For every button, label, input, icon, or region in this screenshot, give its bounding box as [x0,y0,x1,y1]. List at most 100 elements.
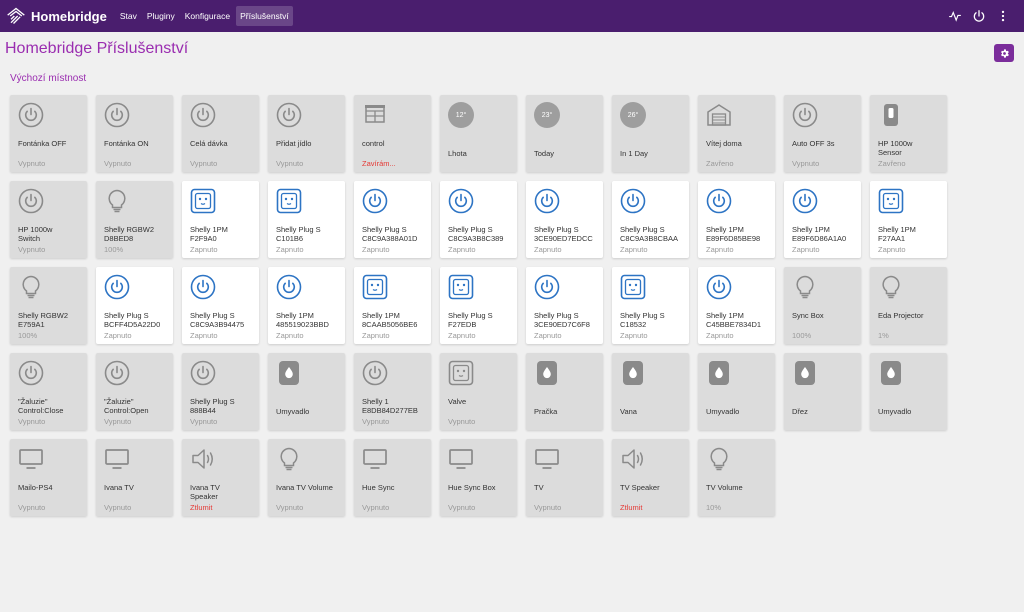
accessory-tile[interactable]: Přidat jídlo Vypnuto [268,95,345,172]
accessory-tile[interactable]: Umyvadlo [268,353,345,430]
speaker-icon [620,446,646,472]
power-icon [620,188,646,214]
accessory-tile[interactable]: Vítej doma Zavřeno [698,95,775,172]
accessory-tile[interactable]: "Žaluzie" Control:Close Vypnuto [10,353,87,430]
accessory-name: Shelly Plug S F27EDB [448,311,493,329]
accessory-tile[interactable]: Shelly 1PM C45BBE7834D1 Zapnuto [698,267,775,344]
brand[interactable]: Homebridge [6,6,107,26]
accessory-tile[interactable]: Ivana TV Speaker Ztlumit [182,439,259,516]
accessory-tile[interactable]: Shelly RGBW2 E759A1 100% [10,267,87,344]
accessory-tile[interactable]: Eda Projector 1% [870,267,947,344]
accessory-tile[interactable]: Shelly Plug S C8C9A3B8CBAA Zapnuto [612,181,689,258]
accessory-grid: Fontánka OFF Vypnuto Fontánka ON Vypnuto Cel… [10,95,950,516]
accessory-tile[interactable]: Umyvadlo [698,353,775,430]
accessory-tile[interactable]: 26° In 1 Day [612,95,689,172]
status-pulse-icon[interactable] [948,9,962,23]
accessory-tile[interactable]: Ivana TV Vypnuto [96,439,173,516]
accessory-status: Vypnuto [276,159,304,168]
accessory-tile[interactable]: HP 1000w Switch Vypnuto [10,181,87,258]
accessory-tile[interactable]: Shelly Plug S 3CE90ED7C6F8 Zapnuto [526,267,603,344]
outlet-icon [190,188,216,214]
accessory-status: Zapnuto [448,245,476,254]
temperature-icon: 23° [534,102,560,128]
accessory-status: Zapnuto [362,245,390,254]
power-icon [104,360,130,386]
accessory-tile[interactable]: Shelly Plug S 888B44 Vypnuto [182,353,259,430]
accessory-status: Vypnuto [448,503,476,512]
tv-icon [104,446,130,472]
power-icon [18,188,44,214]
accessory-tile[interactable]: Fontánka OFF Vypnuto [10,95,87,172]
accessory-name: Shelly 1PM 485519023BBD [276,311,329,329]
accessory-status: Zapnuto [190,245,218,254]
accessory-tile[interactable]: Mailo-PS4 Vypnuto [10,439,87,516]
accessory-tile[interactable]: Shelly Plug S 3CE90ED7EDCC Zapnuto [526,181,603,258]
accessory-tile[interactable]: HP 1000w Sensor Zavřeno [870,95,947,172]
accessory-name: Shelly 1PM 8CAAB5056BE6 [362,311,418,329]
accessory-tile[interactable]: control Zavírám... [354,95,431,172]
settings-button[interactable] [994,44,1014,62]
accessory-tile[interactable]: Shelly Plug S C8C9A388A01D Zapnuto [354,181,431,258]
accessory-tile[interactable]: Shelly 1PM 8CAAB5056BE6 Zapnuto [354,267,431,344]
accessory-tile[interactable]: Dřez [784,353,861,430]
accessory-tile[interactable]: Shelly Plug S C8C9A3B94475 Zapnuto [182,267,259,344]
accessory-name: Ivana TV [104,483,134,492]
accessory-tile[interactable]: Sync Box 100% [784,267,861,344]
power-icon [706,274,732,300]
accessory-tile[interactable]: Valve Vypnuto [440,353,517,430]
bulb-icon [104,188,130,214]
nav-link-stav[interactable]: Stav [116,6,141,26]
accessory-tile[interactable]: TV Vypnuto [526,439,603,516]
power-icon [276,102,302,128]
drop-icon [620,360,646,386]
accessory-tile[interactable]: 23° Today [526,95,603,172]
accessory-status: Zapnuto [792,245,820,254]
accessory-tile[interactable]: "Žaluzie" Control:Open Vypnuto [96,353,173,430]
accessory-tile[interactable]: Shelly Plug S BCFF4D5A22D0 Zapnuto [96,267,173,344]
gear-icon [1000,48,1009,58]
temperature-value: 26° [620,102,646,128]
nav-link-konfigurace[interactable]: Konfigurace [181,6,234,26]
nav-link-prislusenstvi[interactable]: Příslušenství [236,6,293,26]
accessory-tile[interactable]: Shelly 1 E8DB84D277EB Vypnuto [354,353,431,430]
accessory-tile[interactable]: Shelly 1PM E89F6D85BE98 Zapnuto [698,181,775,258]
accessory-tile[interactable]: Shelly Plug S C18532 Zapnuto [612,267,689,344]
accessory-tile[interactable]: Auto OFF 3s Vypnuto [784,95,861,172]
accessory-tile[interactable]: 12° Lhota [440,95,517,172]
accessory-tile[interactable]: Ivana TV Volume Vypnuto [268,439,345,516]
accessory-tile[interactable]: Shelly RGBW2 D8BED8 100% [96,181,173,258]
accessory-tile[interactable]: Hue Sync Vypnuto [354,439,431,516]
accessory-name: "Žaluzie" Control:Open [104,397,149,415]
accessory-name: Fontánka OFF [18,139,67,148]
accessory-tile[interactable]: Vana [612,353,689,430]
accessory-tile[interactable]: Umyvadlo [870,353,947,430]
accessory-name: Shelly Plug S C18532 [620,311,665,329]
accessory-tile[interactable]: Celá dávka Vypnuto [182,95,259,172]
tv-icon [448,446,474,472]
bulb-icon [706,446,732,472]
power-icon[interactable] [972,9,986,23]
accessory-name: control [362,139,385,148]
accessory-tile[interactable]: Shelly Plug S F27EDB Zapnuto [440,267,517,344]
more-vertical-icon[interactable] [996,9,1010,23]
blinds-icon [362,102,388,128]
accessory-name: Shelly RGBW2 D8BED8 [104,225,155,243]
drop-icon [276,360,302,386]
accessory-tile[interactable]: TV Speaker Ztlumit [612,439,689,516]
accessory-name: HP 1000w Switch [18,225,53,243]
power-icon [190,102,216,128]
accessory-status: Vypnuto [18,503,46,512]
accessory-status: Zapnuto [706,245,734,254]
accessory-tile[interactable]: Shelly 1PM 485519023BBD Zapnuto [268,267,345,344]
accessory-tile[interactable]: Fontánka ON Vypnuto [96,95,173,172]
accessory-tile[interactable]: Shelly 1PM E89F6D86A1A0 Zapnuto [784,181,861,258]
accessory-tile[interactable]: Hue Sync Box Vypnuto [440,439,517,516]
accessory-tile[interactable]: Shelly 1PM F27AA1 Zapnuto [870,181,947,258]
accessory-name: Shelly 1PM C45BBE7834D1 [706,311,762,329]
accessory-tile[interactable]: Shelly 1PM F2F9A0 Zapnuto [182,181,259,258]
nav-link-pluginy[interactable]: Pluginy [143,6,179,26]
accessory-tile[interactable]: TV Volume 10% [698,439,775,516]
accessory-tile[interactable]: Shelly Plug S C101B6 Zapnuto [268,181,345,258]
accessory-tile[interactable]: Pračka [526,353,603,430]
accessory-tile[interactable]: Shelly Plug S C8C9A3B8C389 Zapnuto [440,181,517,258]
